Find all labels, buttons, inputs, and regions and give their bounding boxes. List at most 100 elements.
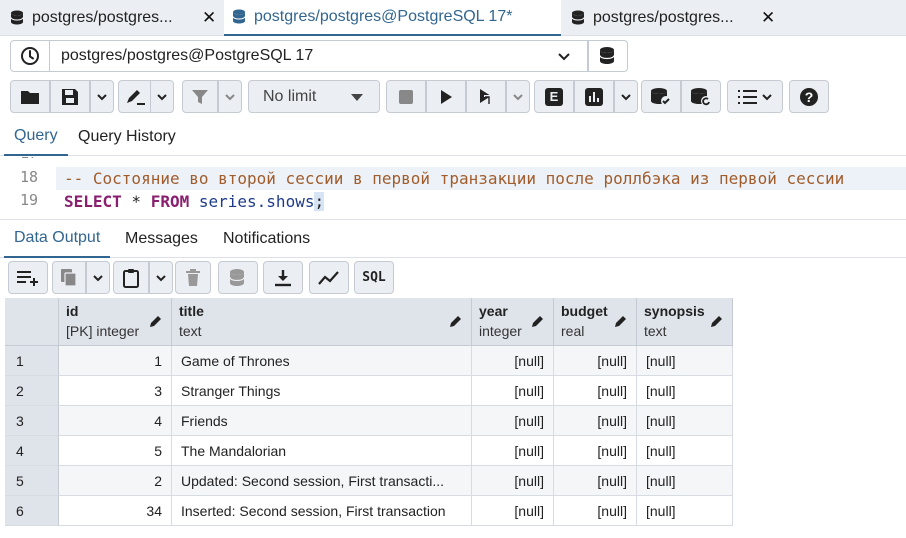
pencil-icon[interactable] <box>531 314 545 328</box>
stop-button[interactable] <box>386 80 426 113</box>
database-check-icon <box>651 87 671 106</box>
cell-synopsis[interactable]: [null] <box>637 466 733 496</box>
edit-button[interactable] <box>118 80 150 113</box>
row-number[interactable]: 1 <box>5 346 59 376</box>
pencil-icon[interactable] <box>149 314 163 328</box>
history-button[interactable] <box>10 40 50 72</box>
graph-visualiser-button[interactable] <box>309 261 349 294</box>
explain-button[interactable]: E <box>534 80 574 113</box>
save-dropdown-button[interactable] <box>90 80 114 113</box>
cell-synopsis[interactable]: [null] <box>637 406 733 436</box>
cell-budget[interactable]: [null] <box>554 436 637 466</box>
database-icon <box>10 10 32 26</box>
cell-id[interactable]: 5 <box>59 436 172 466</box>
delete-row-button[interactable] <box>175 261 211 294</box>
close-icon[interactable]: ✕ <box>202 8 216 28</box>
connection-select[interactable]: postgres/postgres@PostgreSQL 17 <box>50 40 588 72</box>
new-connection-button[interactable] <box>588 40 628 72</box>
column-header-budget[interactable]: budget real <box>554 298 637 346</box>
cell-budget[interactable]: [null] <box>554 346 637 376</box>
cell-synopsis[interactable]: [null] <box>637 496 733 526</box>
row-number[interactable]: 2 <box>5 376 59 406</box>
cell-id[interactable]: 34 <box>59 496 172 526</box>
row-number[interactable]: 5 <box>5 466 59 496</box>
cell-synopsis[interactable]: [null] <box>637 346 733 376</box>
save-icon <box>62 88 78 105</box>
chevron-down-icon <box>93 274 103 281</box>
cell-title[interactable]: Friends <box>172 406 472 436</box>
sql-editor[interactable]: 17 18 19 -- Состояние во второй сессии в… <box>0 157 906 220</box>
close-icon[interactable]: ✕ <box>761 8 775 28</box>
filter-button[interactable] <box>182 80 218 113</box>
chevron-down-icon <box>157 93 167 100</box>
row-number[interactable]: 4 <box>5 436 59 466</box>
cell-budget[interactable]: [null] <box>554 496 637 526</box>
column-header-synopsis[interactable]: synopsis text <box>637 298 733 346</box>
tab-query-2[interactable]: postgres/postgres@PostgreSQL 17* <box>224 0 561 36</box>
cell-id[interactable]: 1 <box>59 346 172 376</box>
column-header-id[interactable]: id [PK] integer <box>59 298 172 346</box>
copy-dropdown-button[interactable] <box>86 261 110 294</box>
tab-query-3[interactable]: postgres/postgres... ✕ <box>561 0 783 36</box>
pencil-icon[interactable] <box>614 314 628 328</box>
cell-title[interactable]: The Mandalorian <box>172 436 472 466</box>
add-row-button[interactable] <box>8 261 48 294</box>
cell-id[interactable]: 4 <box>59 406 172 436</box>
cell-budget[interactable]: [null] <box>554 406 637 436</box>
cell-title[interactable]: Game of Thrones <box>172 346 472 376</box>
copy-sql-button[interactable]: SQL <box>354 261 394 294</box>
column-header-year[interactable]: year integer <box>472 298 554 346</box>
paste-dropdown-button[interactable] <box>149 261 173 294</box>
pencil-icon[interactable] <box>710 314 724 328</box>
cell-title[interactable]: Inserted: Second session, First transact… <box>172 496 472 526</box>
explain-analyze-button[interactable] <box>574 80 614 113</box>
execute-button[interactable] <box>426 80 466 113</box>
cell-year[interactable]: [null] <box>472 406 554 436</box>
paste-button[interactable] <box>113 261 149 294</box>
column-type: text <box>179 323 202 339</box>
row-number[interactable]: 3 <box>5 406 59 436</box>
pencil-icon[interactable] <box>449 314 463 328</box>
tab-query[interactable]: Query <box>4 118 68 156</box>
execute-script-button[interactable] <box>466 80 506 113</box>
tab-messages[interactable]: Messages <box>125 220 198 258</box>
save-file-button[interactable] <box>50 80 90 113</box>
cell-year[interactable]: [null] <box>472 436 554 466</box>
row-limit-select[interactable]: No limit <box>248 80 380 113</box>
filter-icon <box>192 89 208 104</box>
tab-label: postgres/postgres@PostgreSQL 17* <box>254 8 513 25</box>
cell-synopsis[interactable]: [null] <box>637 376 733 406</box>
tab-notifications-label: Notifications <box>223 230 311 247</box>
cell-budget[interactable]: [null] <box>554 376 637 406</box>
cell-synopsis[interactable]: [null] <box>637 436 733 466</box>
cell-id[interactable]: 2 <box>59 466 172 496</box>
rollback-button[interactable] <box>681 80 721 113</box>
caret-down-icon <box>351 94 363 101</box>
open-file-button[interactable] <box>10 80 50 113</box>
cell-year[interactable]: [null] <box>472 466 554 496</box>
cell-budget[interactable]: [null] <box>554 466 637 496</box>
edit-dropdown-button[interactable] <box>150 80 174 113</box>
cell-year[interactable]: [null] <box>472 346 554 376</box>
macros-button[interactable] <box>727 80 783 113</box>
cell-title[interactable]: Stranger Things <box>172 376 472 406</box>
row-number[interactable]: 6 <box>5 496 59 526</box>
execute-dropdown-button[interactable] <box>506 80 530 113</box>
cell-year[interactable]: [null] <box>472 376 554 406</box>
play-script-icon <box>480 88 491 104</box>
copy-button[interactable] <box>52 261 86 294</box>
cell-title[interactable]: Updated: Second session, First transacti… <box>172 466 472 496</box>
save-data-button[interactable] <box>218 261 258 294</box>
help-button[interactable]: ? <box>789 80 829 113</box>
tab-query-history[interactable]: Query History <box>78 118 176 156</box>
column-header-title[interactable]: title text <box>172 298 472 346</box>
commit-button[interactable] <box>641 80 681 113</box>
tab-data-output[interactable]: Data Output <box>4 220 111 258</box>
cell-id[interactable]: 3 <box>59 376 172 406</box>
cell-year[interactable]: [null] <box>472 496 554 526</box>
explain-dropdown-button[interactable] <box>614 80 638 113</box>
download-button[interactable] <box>263 261 303 294</box>
filter-dropdown-button[interactable] <box>218 80 242 113</box>
tab-query-1[interactable]: postgres/postgres... ✕ <box>0 0 224 36</box>
tab-notifications[interactable]: Notifications <box>223 220 310 258</box>
